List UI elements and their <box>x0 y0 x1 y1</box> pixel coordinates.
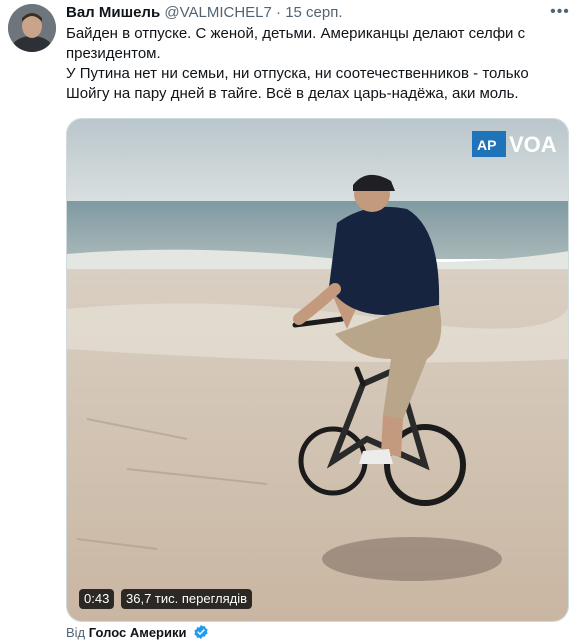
tweet-text: Байден в отпуске. С женой, детьми. Амери… <box>66 24 566 104</box>
source-account-link[interactable]: Голос Америки <box>89 625 187 640</box>
author-name[interactable]: Вал Мишель <box>66 4 160 21</box>
video-duration-badge: 0:43 <box>79 589 115 609</box>
video-views-badge: 36,7 тис. переглядів <box>121 589 253 609</box>
header-separator: · <box>276 4 282 21</box>
voa-watermark: VOA <box>509 132 557 157</box>
more-options-button[interactable]: ••• <box>548 2 572 22</box>
tweet-text-line: У Путина нет ни семьи, ни отпуска, ни со… <box>66 65 529 102</box>
tweet-date[interactable]: 15 серп. <box>285 4 342 21</box>
author-avatar[interactable] <box>8 4 56 52</box>
tweet-header: Вал Мишель @VALMICHEL7 · 15 серп. <box>66 4 343 22</box>
video-source: Від Голос Америки <box>66 624 209 642</box>
video-player[interactable]: AP VOA 0:43 36,7 тис. переглядів <box>66 118 569 622</box>
video-frame-image: AP VOA <box>67 119 568 621</box>
ap-watermark: AP <box>477 137 496 153</box>
verified-badge-icon <box>194 625 208 639</box>
more-horizontal-icon: ••• <box>550 3 570 20</box>
avatar-image <box>8 4 56 52</box>
author-handle[interactable]: @VALMICHEL7 <box>164 4 271 21</box>
tweet-text-line: Байден в отпуске. С женой, детьми. Амери… <box>66 25 526 62</box>
source-label: Від <box>66 625 86 640</box>
